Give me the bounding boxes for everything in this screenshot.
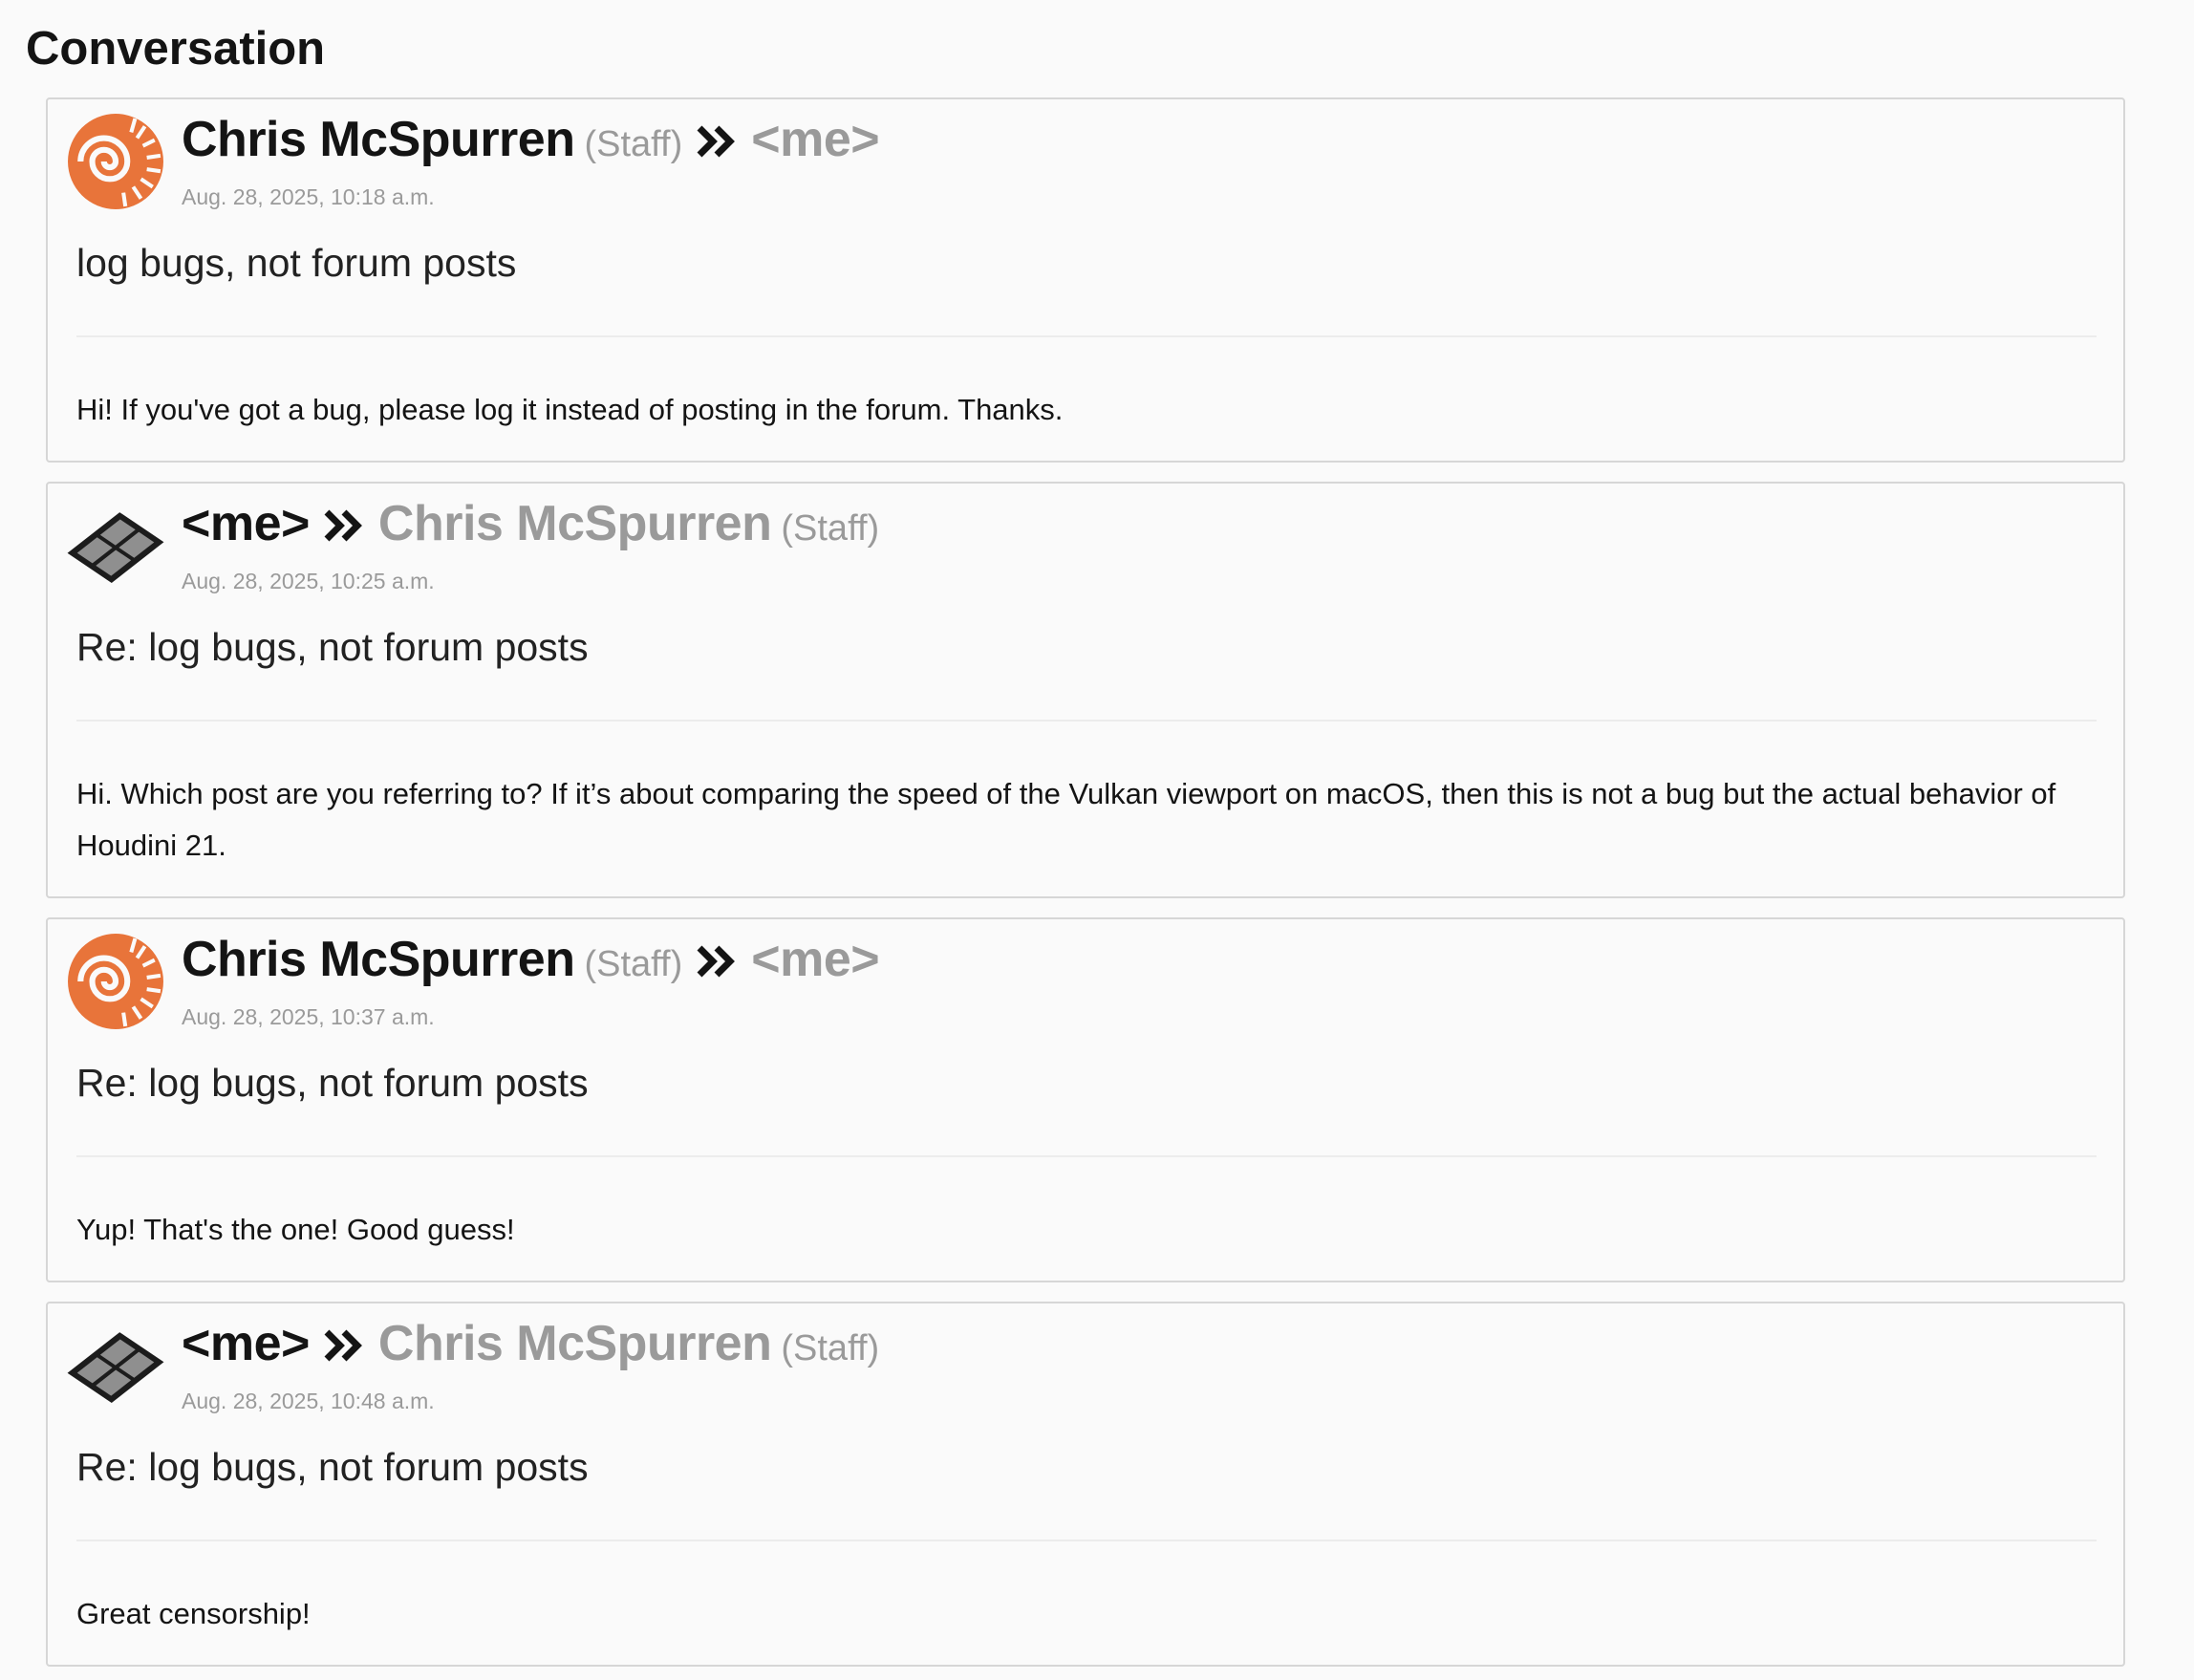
divider	[76, 335, 2097, 337]
double-chevron-right-icon	[323, 1326, 365, 1365]
message-card: Chris McSpurren (Staff) <me> Aug. 28, 20…	[46, 917, 2125, 1282]
message-header: Chris McSpurren (Staff) <me>	[182, 111, 880, 172]
message-card: <me> Chris McSpurren (Staff) Aug. 28, 20…	[46, 1302, 2125, 1667]
sender-role: (Staff)	[584, 124, 683, 164]
recipient-name[interactable]: Chris McSpurren	[378, 495, 772, 552]
sender-name[interactable]: <me>	[182, 1315, 310, 1372]
message-header: Chris McSpurren (Staff) <me>	[182, 931, 880, 992]
message-body: Great censorship!	[76, 1597, 311, 1630]
houdini-swirl-logo-icon	[68, 114, 163, 209]
recipient-name[interactable]: <me>	[751, 931, 879, 988]
message-date: Aug. 28, 2025, 10:25 a.m.	[182, 569, 435, 593]
recipient-role: (Staff)	[781, 1328, 880, 1368]
message-date: Aug. 28, 2025, 10:48 a.m.	[182, 1389, 435, 1413]
double-chevron-right-icon	[696, 942, 738, 980]
grid-window-avatar-icon	[67, 1332, 164, 1403]
page-title: Conversation	[26, 23, 326, 75]
message-subject: Re: log bugs, not forum posts	[76, 1445, 589, 1489]
message-body: Hi! If you've got a bug, please log it i…	[76, 393, 1064, 426]
sender-name[interactable]: Chris McSpurren	[182, 931, 575, 988]
avatar[interactable]	[67, 1317, 164, 1414]
double-chevron-right-icon	[696, 122, 738, 161]
message-card: <me> Chris McSpurren (Staff) Aug. 28, 20…	[46, 482, 2125, 898]
recipient-name[interactable]: Chris McSpurren	[378, 1315, 772, 1372]
message-subject: log bugs, not forum posts	[76, 241, 517, 285]
grid-window-avatar-icon	[67, 512, 164, 583]
sender-name[interactable]: Chris McSpurren	[182, 111, 575, 168]
message-header: <me> Chris McSpurren (Staff)	[182, 495, 879, 556]
avatar[interactable]	[67, 113, 164, 210]
divider	[76, 1155, 2097, 1157]
sender-name[interactable]: <me>	[182, 495, 310, 552]
message-card: Chris McSpurren (Staff) <me> Aug. 28, 20…	[46, 97, 2125, 463]
avatar[interactable]	[67, 933, 164, 1030]
message-subject: Re: log bugs, not forum posts	[76, 1061, 589, 1105]
divider	[76, 720, 2097, 722]
avatar[interactable]	[67, 497, 164, 594]
recipient-name[interactable]: <me>	[751, 111, 879, 168]
message-date: Aug. 28, 2025, 10:18 a.m.	[182, 184, 435, 209]
houdini-swirl-logo-icon	[68, 934, 163, 1029]
sender-role: (Staff)	[584, 944, 683, 984]
recipient-role: (Staff)	[781, 508, 880, 549]
message-body: Hi. Which post are you referring to? If …	[76, 777, 2056, 862]
message-subject: Re: log bugs, not forum posts	[76, 625, 589, 669]
message-date: Aug. 28, 2025, 10:37 a.m.	[182, 1004, 435, 1029]
double-chevron-right-icon	[323, 506, 365, 545]
divider	[76, 1540, 2097, 1541]
message-body: Yup! That's the one! Good guess!	[76, 1213, 515, 1246]
message-header: <me> Chris McSpurren (Staff)	[182, 1315, 879, 1376]
